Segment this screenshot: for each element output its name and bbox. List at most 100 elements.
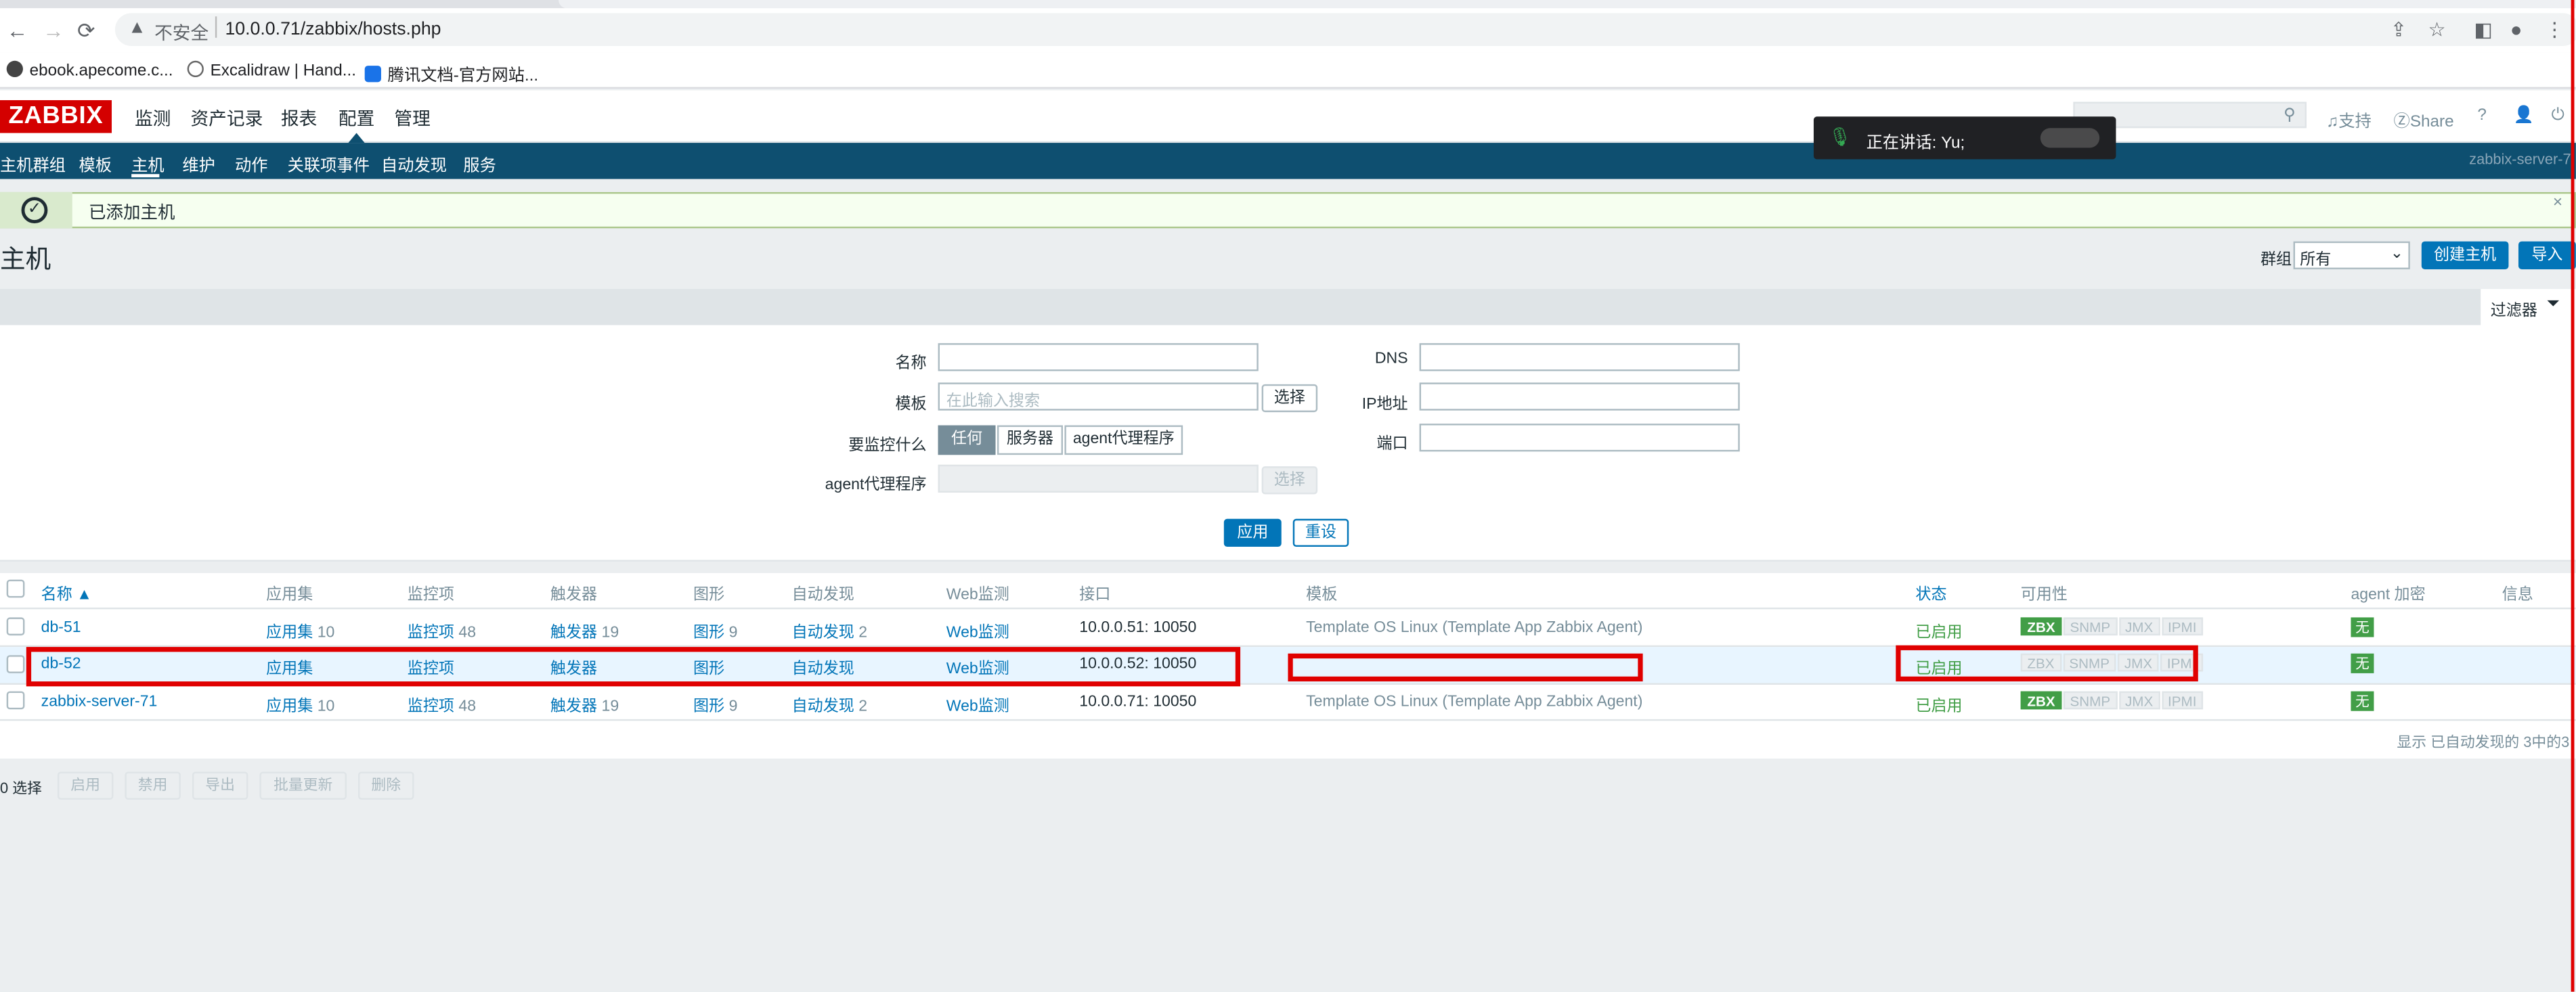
subnav-actions[interactable]: 动作	[235, 151, 268, 176]
subnav-discovery[interactable]: 自动发现	[381, 151, 447, 176]
reset-button[interactable]: 重设	[1292, 518, 1349, 547]
bookmark-item[interactable]: Excalidraw | Hand...	[187, 60, 356, 81]
success-message	[0, 191, 2576, 229]
share-z-icon: Ⓩ	[2393, 113, 2410, 132]
sidebar-icon[interactable]: ◧	[2474, 18, 2493, 41]
menu-reports[interactable]: 报表	[281, 105, 317, 131]
subnav-maintenance[interactable]: 维护	[182, 151, 215, 176]
zbx-tag: ZBX	[2020, 617, 2062, 636]
template-link[interactable]: Template OS Linux	[1306, 619, 1438, 637]
warning-icon[interactable]: ▲	[128, 18, 146, 38]
selected-count: 0 选择	[0, 780, 42, 796]
filter-name-input[interactable]	[938, 343, 1259, 371]
col-templates-header: 模板	[1306, 586, 1338, 604]
bulk-export-button[interactable]: 导出	[192, 771, 248, 800]
monitor-server-option[interactable]: 服务器	[997, 425, 1064, 455]
jmx-tag: JMX	[2118, 691, 2160, 710]
col-status-header[interactable]: 状态	[1915, 581, 1946, 604]
menu-inventory[interactable]: 资产记录	[190, 105, 263, 131]
server-name: zabbix-server-7	[2469, 151, 2571, 168]
apply-button[interactable]: 应用	[1223, 518, 1282, 547]
discovery-link[interactable]: 自动发现 2	[792, 619, 868, 642]
status-link[interactable]: 已启用	[1915, 619, 1962, 642]
template-link[interactable]: Template OS Linux	[1306, 693, 1438, 711]
triggers-link[interactable]: 触发器 19	[550, 619, 619, 642]
encryption-badge: 无	[2351, 653, 2374, 673]
col-name-header[interactable]: 名称 ▲	[41, 581, 92, 604]
close-icon[interactable]: ×	[2553, 194, 2562, 212]
help-icon[interactable]: ?	[2477, 107, 2486, 125]
row-checkbox[interactable]	[6, 655, 25, 673]
subnav-correlation[interactable]: 关联项事件	[288, 151, 370, 176]
forward-icon[interactable]: →	[43, 18, 64, 43]
graphs-link[interactable]: 图形 9	[693, 619, 737, 642]
search-icon[interactable]: ⚲	[2284, 107, 2296, 125]
zabbix-logo[interactable]: ZABBIX	[0, 100, 112, 133]
filter-port-input[interactable]	[1419, 424, 1740, 452]
discovery-label: 自动发现	[791, 698, 854, 716]
subnav-templates[interactable]: 模板	[79, 151, 112, 176]
support-link[interactable]: ♫支持	[2326, 107, 2372, 131]
power-icon[interactable]: ⏻	[2552, 107, 2564, 125]
menu-administration[interactable]: 管理	[394, 105, 430, 131]
web-link[interactable]: Web监测	[946, 693, 1009, 716]
share-page-icon[interactable]: ⇪	[2391, 18, 2407, 41]
bulk-delete-button[interactable]: 删除	[357, 771, 414, 800]
col-availability-header: 可用性	[2020, 586, 2068, 604]
filter-port-label: 端口	[1376, 435, 1408, 453]
monitor-any-option[interactable]: 任何	[938, 425, 996, 455]
apps-link[interactable]: 应用集 10	[266, 693, 334, 716]
bulk-disable-button[interactable]: 禁用	[125, 771, 181, 800]
user-icon[interactable]: 👤	[2514, 107, 2534, 125]
menu-configuration[interactable]: 配置	[339, 105, 374, 131]
create-host-button[interactable]: 创建主机	[2421, 241, 2509, 269]
graphs-link[interactable]: 图形 9	[693, 693, 737, 716]
col-items-header: 监控项	[407, 586, 454, 604]
reload-icon[interactable]: ⟳	[77, 18, 95, 45]
status-link[interactable]: 已启用	[1915, 693, 1962, 716]
menu-monitoring[interactable]: 监测	[135, 105, 171, 131]
speaking-text: 正在讲话: Yu;	[1866, 134, 1965, 153]
template-sub-link[interactable]: Template App Zabbix Agent	[1447, 619, 1638, 637]
bookmark-item[interactable]: ebook.apecome.c...	[6, 60, 173, 81]
triggers-count: 19	[601, 698, 619, 716]
filter-ip-input[interactable]	[1419, 382, 1740, 411]
annotation-box	[1288, 653, 1643, 682]
browser-tab[interactable]	[559, 0, 2576, 9]
web-link[interactable]: Web监测	[946, 619, 1009, 642]
star-icon[interactable]: ☆	[2428, 18, 2446, 41]
bulk-mass-update-button[interactable]: 批量更新	[259, 771, 347, 800]
snmp-tag: SNMP	[2063, 691, 2117, 710]
import-button[interactable]: 导入	[2518, 241, 2576, 269]
url-text[interactable]: 10.0.0.71/zabbix/hosts.php	[225, 20, 441, 39]
group-select[interactable]: 所有 ⌄	[2293, 241, 2410, 269]
bookmark-item[interactable]: 腾讯文档-官方网站...	[364, 61, 538, 85]
filter-dns-input[interactable]	[1419, 343, 1740, 371]
host-name-link[interactable]: db-51	[41, 619, 81, 637]
filter-dns-label: DNS	[1374, 349, 1408, 368]
select-all-checkbox[interactable]	[6, 579, 25, 598]
items-link[interactable]: 监控项 48	[408, 693, 476, 716]
address-bar[interactable]	[114, 13, 2576, 46]
row-checkbox[interactable]	[6, 617, 25, 636]
col-graphs-header: 图形	[693, 586, 725, 604]
menu-icon[interactable]: ⋮	[2545, 18, 2564, 41]
discovery-link[interactable]: 自动发现 2	[792, 693, 868, 716]
filter-template-input[interactable]: 在此输入搜索	[938, 382, 1259, 411]
col-web-header: Web监测	[946, 586, 1009, 604]
template-sub-link[interactable]: Template App Zabbix Agent	[1447, 693, 1638, 711]
subnav-hosts[interactable]: 主机	[131, 151, 165, 176]
subnav-services[interactable]: 服务	[463, 151, 496, 176]
bulk-enable-button[interactable]: 启用	[57, 771, 114, 800]
host-name-link[interactable]: zabbix-server-71	[41, 693, 158, 711]
filter-icon: ⏷	[2546, 295, 2560, 314]
profile-icon[interactable]: ●	[2510, 18, 2523, 41]
share-link[interactable]: ⓏShare	[2394, 107, 2454, 131]
subnav-host-groups[interactable]: 主机群组	[0, 151, 66, 176]
monitor-proxy-option[interactable]: agent代理程序	[1064, 425, 1183, 455]
triggers-link[interactable]: 触发器 19	[550, 693, 619, 716]
apps-link[interactable]: 应用集 10	[266, 619, 334, 642]
back-icon[interactable]: ←	[7, 18, 28, 43]
items-link[interactable]: 监控项 48	[408, 619, 476, 642]
row-checkbox[interactable]	[6, 691, 25, 710]
